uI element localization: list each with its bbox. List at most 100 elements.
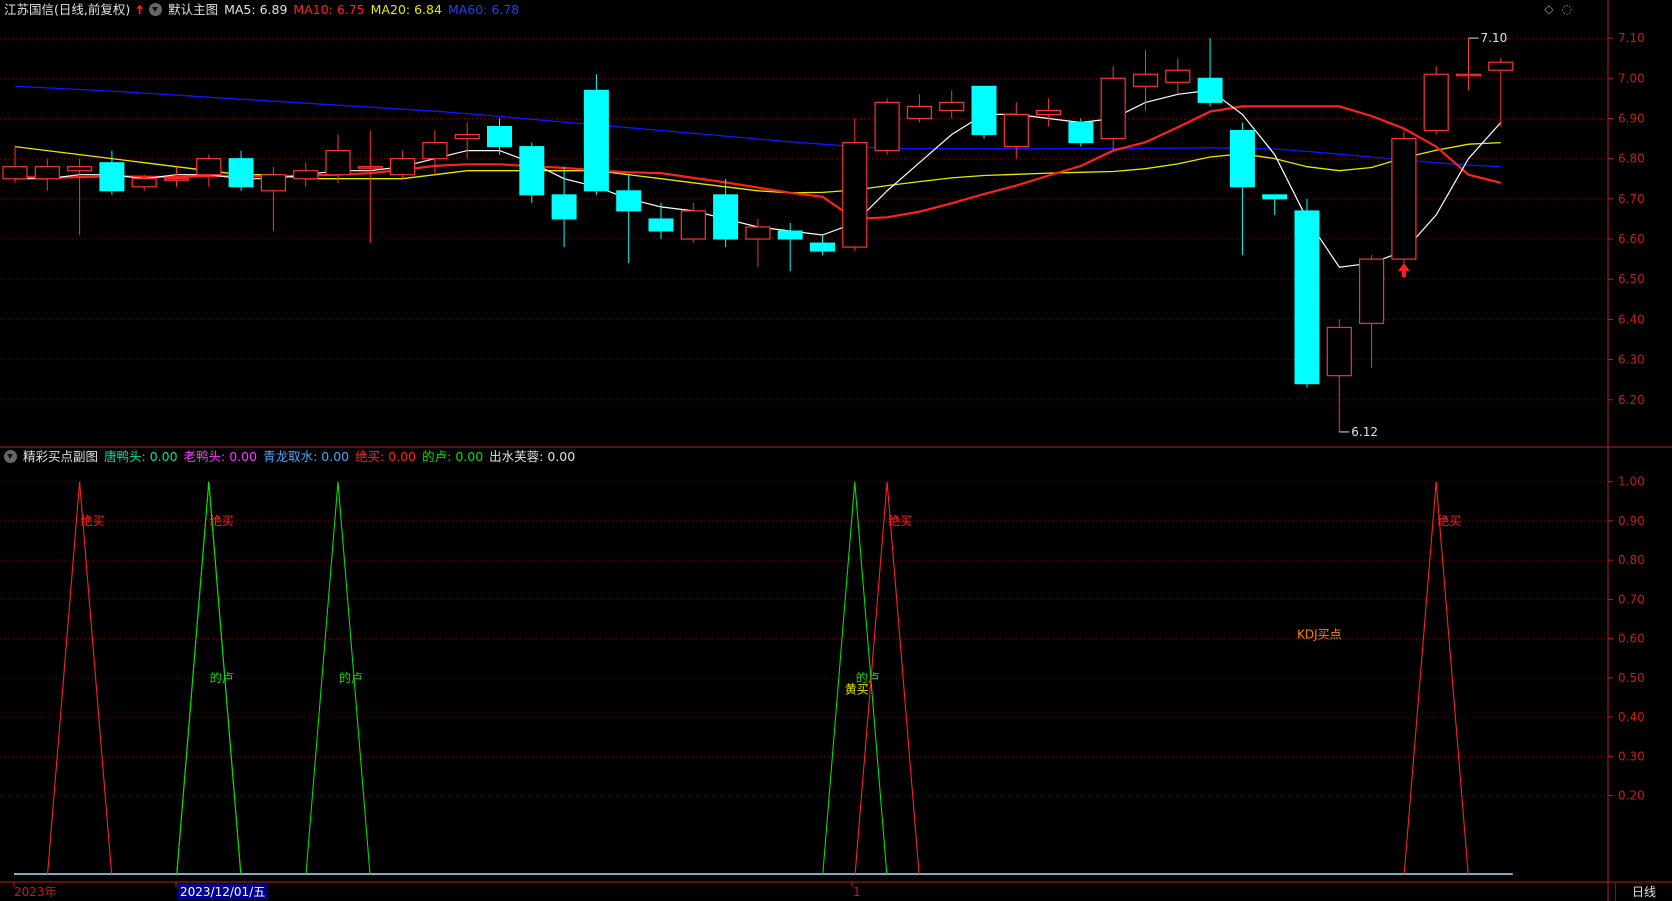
candle (1326, 319, 1352, 432)
candle-body (713, 194, 739, 240)
year-label: 2023年 (14, 885, 57, 899)
ind-juemai: 绝买: 0.00 (355, 449, 417, 464)
candle (1132, 50, 1159, 111)
candle-body (422, 141, 448, 160)
candle-body (551, 194, 577, 220)
candle (874, 98, 900, 155)
main-chart-header: 江苏国信(日线,前复权) 🠅 默认主图 MA5: 6.89 MA10: 6.75 MA20… (4, 1, 525, 19)
candle-body (1132, 73, 1159, 87)
indicator-label: 绝买 (1437, 513, 1461, 528)
candle (842, 118, 868, 252)
candle-body (583, 89, 609, 192)
price-annotation: 6.12 (1351, 425, 1378, 439)
candle-body (1262, 194, 1288, 200)
candle-body (163, 178, 190, 181)
candle-body (1391, 137, 1417, 260)
sub-settings-icon[interactable] (4, 450, 17, 463)
candle (1358, 255, 1385, 368)
candle-body (1197, 77, 1223, 103)
indicator-label: 绝买 (210, 513, 234, 528)
candle (1488, 58, 1514, 127)
period-button[interactable]: 日线 (1615, 883, 1672, 901)
sub-chart-header: 精彩买点副图 唐鸭头: 0.00 老鸭头: 0.00 青龙取水: 0.00 绝买: 0.… (4, 448, 581, 466)
candle (906, 94, 933, 123)
main-tick-label: 6.40 (1618, 312, 1645, 326)
candle (971, 85, 997, 139)
indicator-label: 的卢 (339, 670, 363, 685)
stock-title[interactable]: 江苏国信(日线,前复权) (4, 2, 130, 17)
indicator-label: 黄买 (845, 683, 869, 697)
candle (1262, 194, 1288, 215)
corner-icons: ◇ ◌ (1536, 2, 1572, 16)
candle-body (1229, 130, 1255, 188)
candle-body (293, 170, 319, 180)
ma10-value: MA10: 6.75 (293, 2, 365, 17)
indicator-label: 绝买 (888, 513, 912, 528)
candle-body (842, 141, 868, 248)
candle (228, 150, 254, 191)
candle (34, 158, 60, 191)
indicator-label: 绝买 (81, 513, 105, 528)
candle (1003, 102, 1029, 159)
up-arrow-icon: 🠅 (136, 2, 144, 17)
candle-body (616, 190, 642, 212)
candle-body (390, 158, 416, 176)
main-tick-label: 6.60 (1618, 232, 1645, 246)
candle-body (260, 174, 286, 192)
candle (519, 142, 545, 203)
candle (487, 118, 512, 155)
main-tick-label: 6.70 (1618, 192, 1645, 206)
ind-chushui: 出水芙蓉: 0.00 (489, 449, 576, 464)
candle (810, 235, 835, 256)
sub-title[interactable]: 精彩买点副图 (23, 449, 98, 464)
sub-tick-label: 0.50 (1618, 671, 1645, 685)
sub-tick-label: 0.90 (1618, 514, 1645, 528)
candle-body (1100, 77, 1126, 140)
candle-body (1423, 73, 1449, 132)
sub-tick-label: 0.60 (1618, 632, 1645, 646)
sub-tick-label: 0.80 (1618, 553, 1645, 567)
settings-circle-icon[interactable] (149, 3, 163, 16)
candle-body (131, 178, 157, 188)
candle (196, 154, 222, 187)
candle-body (939, 101, 965, 112)
candle (1229, 122, 1255, 256)
main-tick-label: 6.50 (1618, 272, 1645, 286)
candle (66, 158, 93, 236)
candle-body (357, 166, 383, 169)
indicator-spike (47, 481, 113, 875)
main-tick-label: 6.30 (1618, 353, 1645, 367)
candle-body (1488, 61, 1514, 71)
sub-tick-label: 1.00 (1618, 475, 1645, 489)
candle-body (1035, 109, 1062, 116)
candle-body (777, 230, 803, 240)
candle-body (325, 150, 351, 176)
candle-body (99, 162, 125, 192)
sub-tick-label: 0.30 (1618, 749, 1645, 763)
candle (293, 162, 319, 187)
buy-arrow-icon (1397, 263, 1410, 278)
candle-body (34, 166, 60, 180)
candle-body (810, 242, 835, 252)
candle (1391, 130, 1417, 268)
ma5-value: MA5: 6.89 (224, 2, 288, 17)
candle-body (648, 218, 674, 232)
sub-tick-label: 0.20 (1618, 789, 1645, 803)
candle (1035, 98, 1062, 127)
main-tick-label: 6.90 (1618, 111, 1645, 125)
candle-body (66, 166, 93, 172)
candle-body (1068, 121, 1094, 144)
candle-body (519, 146, 545, 196)
candle-body (1165, 69, 1191, 83)
indicator-label: KDJ买点 (1297, 628, 1342, 642)
pin-icon[interactable]: ◌ (1562, 2, 1572, 16)
candle-body (454, 133, 480, 140)
ma60-value: MA60: 6.78 (447, 2, 520, 17)
candle-body (1003, 113, 1029, 148)
template-name[interactable]: 默认主图 (168, 2, 218, 17)
candle (713, 178, 739, 248)
diamond-icon[interactable]: ◇ (1544, 2, 1553, 16)
candle-body (1358, 258, 1385, 325)
candle (616, 174, 642, 264)
ind-qinglong: 青龙取水: 0.00 (263, 449, 350, 464)
